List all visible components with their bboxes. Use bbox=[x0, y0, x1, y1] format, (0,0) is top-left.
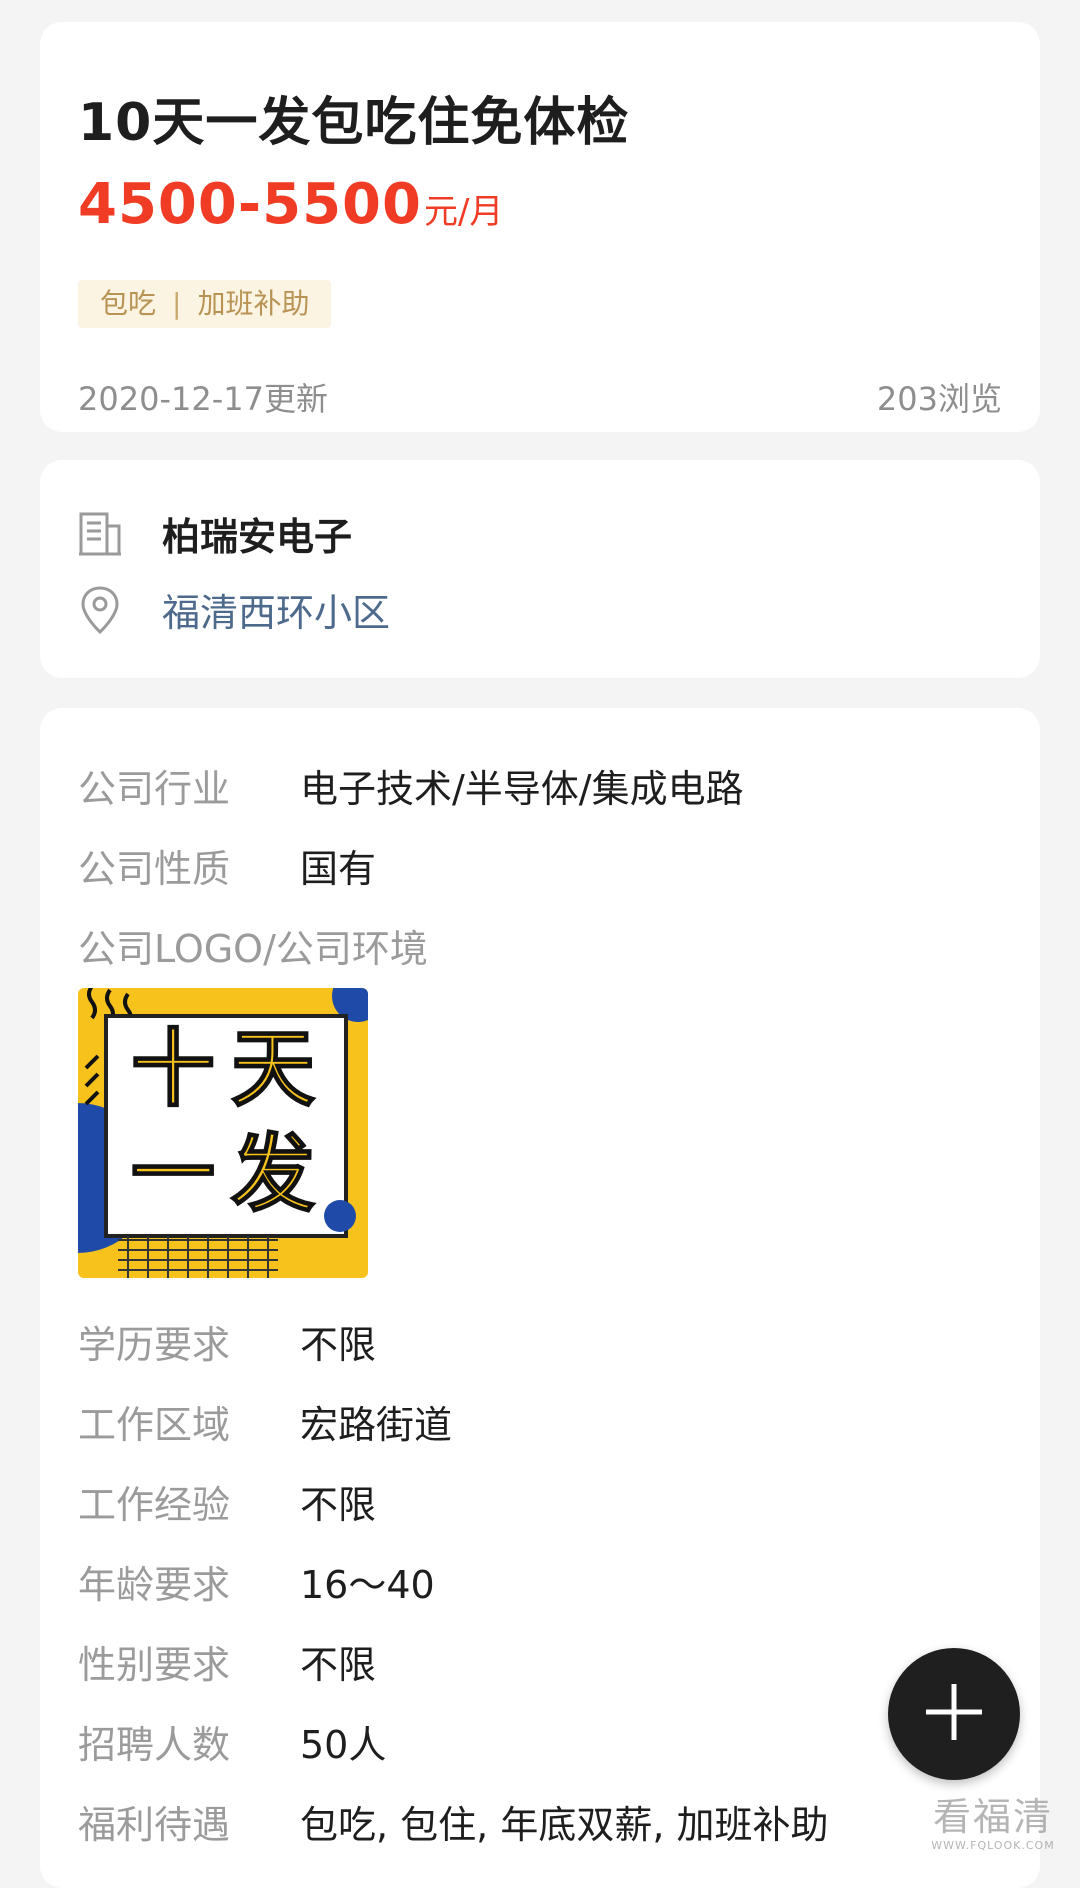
detail-row-education: 学历要求 不限 bbox=[78, 1320, 376, 1370]
detail-label: 性别要求 bbox=[78, 1643, 231, 1687]
detail-value: 16～40 bbox=[300, 1563, 435, 1607]
company-card[interactable]: 柏瑞安电子 福清西环小区 bbox=[40, 460, 1040, 678]
watermark-text: 看福清 bbox=[932, 1795, 1053, 1839]
detail-value: 50人 bbox=[300, 1723, 387, 1767]
add-button[interactable] bbox=[888, 1648, 1020, 1780]
job-summary-card: 10天一发包吃住免体检 4500-5500元/月 包吃 | 加班补助 2020-12… bbox=[40, 22, 1040, 432]
view-count: 203浏览 bbox=[876, 380, 1002, 418]
detail-label: 工作区域 bbox=[78, 1403, 231, 1447]
detail-row-gender: 性别要求 不限 bbox=[78, 1640, 376, 1690]
detail-row-photos: 公司LOGO/公司环境 bbox=[78, 924, 428, 974]
logo-char: 天 bbox=[231, 1020, 315, 1118]
photo-section-label: 公司LOGO/公司环境 bbox=[78, 927, 428, 971]
detail-row-experience: 工作经验 不限 bbox=[78, 1480, 376, 1530]
detail-row-headcount: 招聘人数 50人 bbox=[78, 1720, 386, 1770]
detail-label: 公司行业 bbox=[78, 767, 231, 811]
detail-value: 不限 bbox=[300, 1483, 377, 1527]
company-address[interactable]: 福清西环小区 bbox=[162, 582, 390, 637]
logo-char: 一 bbox=[131, 1125, 215, 1223]
benefit-tags: 包吃 | 加班补助 bbox=[78, 280, 332, 328]
salary-unit: 元/月 bbox=[423, 192, 504, 232]
tag-item: 包吃 bbox=[100, 287, 157, 320]
detail-label: 招聘人数 bbox=[78, 1723, 231, 1767]
detail-label: 福利待遇 bbox=[78, 1803, 231, 1847]
watermark-url: WWW.FQLOOK.COM bbox=[931, 1839, 1055, 1852]
detail-row-industry: 公司行业 电子技术/半导体/集成电路 bbox=[78, 764, 744, 814]
detail-value: 不限 bbox=[300, 1643, 377, 1687]
salary-range: 4500-5500 bbox=[78, 172, 422, 237]
job-title: 10天一发包吃住免体检 bbox=[78, 93, 630, 153]
detail-value: 不限 bbox=[300, 1323, 377, 1367]
update-date: 2020-12-17更新 bbox=[78, 380, 328, 418]
company-name-row[interactable]: 柏瑞安电子 bbox=[76, 506, 352, 561]
detail-row-area: 工作区域 宏路街道 bbox=[78, 1400, 452, 1450]
tag-separator: | bbox=[172, 287, 182, 320]
watermark: 看福清 WWW.FQLOOK.COM bbox=[918, 1786, 1068, 1852]
detail-value: 国有 bbox=[300, 847, 377, 891]
building-icon bbox=[76, 508, 124, 560]
detail-label: 公司性质 bbox=[78, 847, 231, 891]
detail-value: 包吃, 包住, 年底双薪, 加班补助 bbox=[300, 1803, 829, 1847]
salary: 4500-5500元/月 bbox=[78, 172, 503, 237]
detail-label: 年龄要求 bbox=[78, 1563, 231, 1607]
detail-row-age: 年龄要求 16～40 bbox=[78, 1560, 435, 1610]
detail-label: 学历要求 bbox=[78, 1323, 231, 1367]
detail-row-benefits: 福利待遇 包吃, 包住, 年底双薪, 加班补助 bbox=[78, 1800, 828, 1850]
logo-char: 发 bbox=[231, 1125, 315, 1223]
detail-label: 工作经验 bbox=[78, 1483, 231, 1527]
detail-value: 宏路街道 bbox=[300, 1403, 453, 1447]
logo-char: 十 bbox=[131, 1020, 215, 1118]
plus-icon bbox=[922, 1680, 986, 1748]
company-name[interactable]: 柏瑞安电子 bbox=[162, 506, 352, 561]
tag-item: 加班补助 bbox=[197, 287, 310, 320]
location-pin-icon bbox=[76, 584, 124, 636]
company-logo-image[interactable]: 十 天 一 发 bbox=[78, 988, 368, 1278]
detail-value: 电子技术/半导体/集成电路 bbox=[300, 767, 744, 811]
detail-row-nature: 公司性质 国有 bbox=[78, 844, 376, 894]
company-address-row[interactable]: 福清西环小区 bbox=[76, 582, 390, 637]
